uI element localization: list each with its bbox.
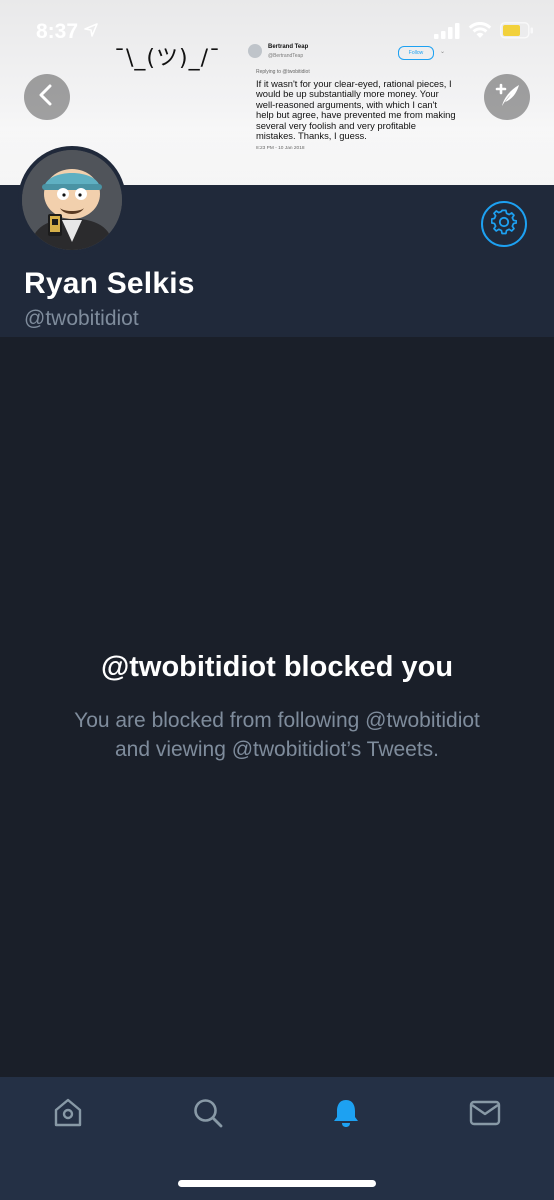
tab-notifications[interactable]	[322, 1094, 370, 1136]
status-bar-left: 8:37	[36, 20, 98, 44]
envelope-icon	[468, 1096, 502, 1135]
cellular-signal-icon	[434, 22, 460, 44]
location-arrow-icon	[84, 22, 98, 42]
back-button[interactable]	[24, 74, 70, 120]
bell-icon	[329, 1096, 363, 1135]
wifi-icon	[468, 21, 492, 44]
tab-messages[interactable]	[461, 1094, 509, 1136]
profile-display-name: Ryan Selkis	[24, 267, 195, 300]
tweet-body-text: If it wasn't for your clear-eyed, ration…	[256, 78, 456, 142]
profile-settings-button[interactable]	[481, 201, 527, 247]
avatar[interactable]	[22, 150, 122, 250]
search-icon	[191, 1096, 225, 1135]
tab-search[interactable]	[184, 1094, 232, 1136]
compose-tweet-icon	[492, 80, 522, 115]
tab-home[interactable]	[44, 1094, 92, 1136]
battery-icon	[500, 22, 534, 44]
gear-icon	[490, 209, 518, 240]
blocked-description: You are blocked from following @twobitid…	[0, 706, 554, 764]
blocked-description-line-2: and viewing @twobitidiot’s Tweets.	[114, 738, 440, 761]
profile-handle: @twobitidiot	[24, 307, 139, 330]
status-time: 8:37	[36, 20, 79, 43]
home-indicator[interactable]	[178, 1180, 376, 1187]
tweet-chevron-down-icon: ⌄	[440, 49, 446, 55]
chevron-left-icon	[37, 84, 57, 111]
tweet-reply-context: Replying to @twobitidiot	[256, 69, 310, 75]
blocked-description-line-1: You are blocked from following @twobitid…	[74, 709, 480, 732]
tweet-follow-button: Follow	[398, 46, 434, 60]
blocked-title: @twobitidiot blocked you	[100, 651, 454, 683]
compose-tweet-button[interactable]	[484, 74, 530, 120]
tweet-author-handle: @BertrandTeap	[268, 53, 304, 59]
banner-shrug-text: ¯\_(ツ)_/¯	[114, 46, 221, 71]
status-bar-right	[434, 21, 534, 44]
tweet-author-name: Bertrand Teap	[268, 44, 309, 50]
tweet-author-avatar	[248, 44, 262, 58]
tweet-timestamp: 8:23 PM - 10 Jan 2018	[256, 146, 305, 151]
home-icon	[51, 1096, 85, 1135]
